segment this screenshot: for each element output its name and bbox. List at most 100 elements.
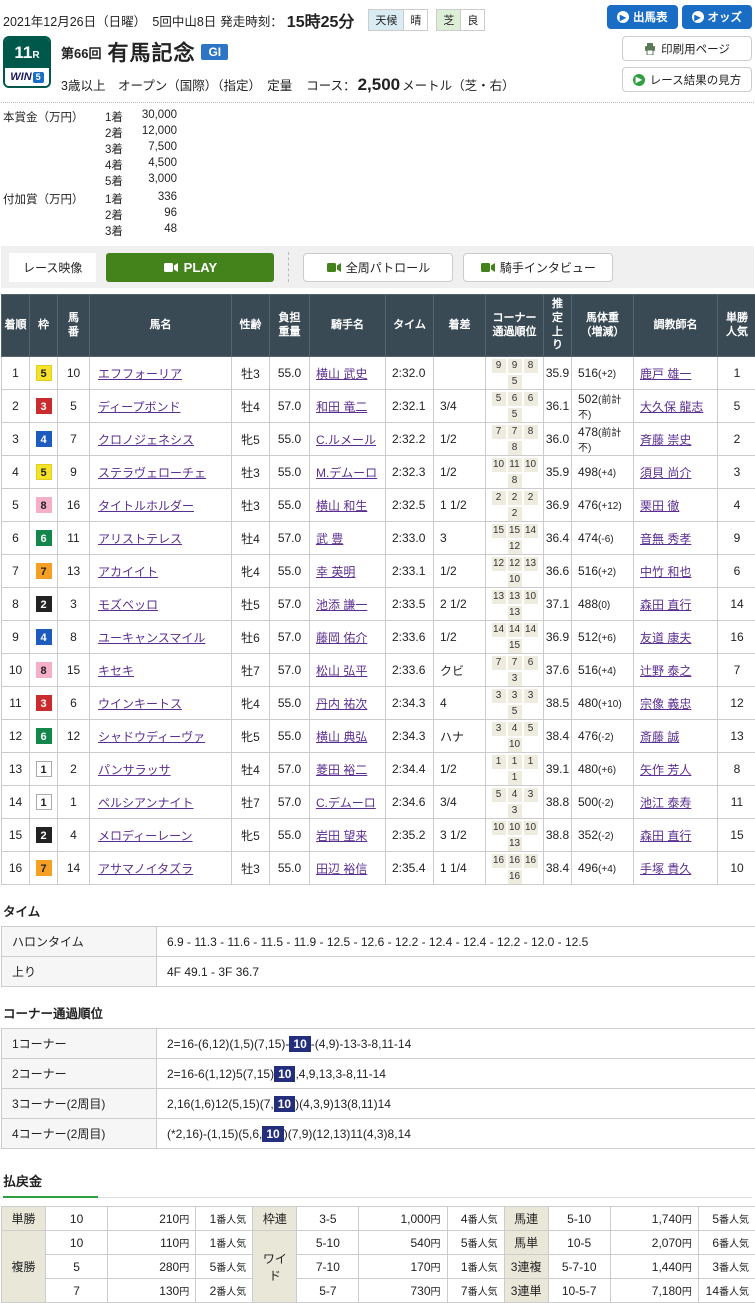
- jockey-name-link[interactable]: 幸 英明: [316, 565, 355, 579]
- favorite-unit: 番人気: [719, 1239, 749, 1250]
- sex-age: 牡6: [232, 621, 270, 654]
- carried-weight: 57.0: [270, 390, 310, 423]
- corner-position: 10: [508, 821, 522, 835]
- trainer-name-link[interactable]: 大久保 龍志: [640, 400, 703, 414]
- finish-time: 2:32.2: [386, 423, 434, 456]
- result-row: 6611アリストテレス牡457.0武 豊2:33.031515141236.44…: [2, 522, 755, 555]
- frame-cell: 2: [30, 819, 58, 852]
- prize-pair: 1着30,000: [91, 109, 177, 125]
- trainer-cell: 森田 直行: [634, 819, 718, 852]
- estimated-last-3f: 36.9: [544, 489, 572, 522]
- column-header: コーナー 通過順位: [486, 295, 544, 357]
- horse-name-link[interactable]: タイトルホルダー: [98, 499, 194, 513]
- trainer-name-link[interactable]: 森田 直行: [640, 829, 691, 843]
- yen-unit: 円: [682, 1287, 692, 1298]
- jockey-cell: C.デムーロ: [310, 786, 386, 819]
- result-row: 5816タイトルホルダー牡355.0横山 和生2:32.51 1/2222236…: [2, 489, 755, 522]
- jockey-name-link[interactable]: 池添 謙一: [316, 598, 367, 612]
- jockey-name-link[interactable]: 武 豊: [316, 532, 343, 546]
- body-weight-diff: (前計不): [578, 428, 621, 454]
- jockey-name-link[interactable]: M.デムーロ: [316, 466, 377, 480]
- jockey-name-link[interactable]: 岩田 望来: [316, 829, 367, 843]
- horse-number: 15: [58, 654, 90, 687]
- body-weight-cell: 480(+10): [572, 687, 634, 720]
- corner-position: 1: [508, 771, 522, 785]
- trainer-name-link[interactable]: 矢作 芳人: [640, 763, 691, 777]
- jockey-name-link[interactable]: 菱田 裕二: [316, 763, 367, 777]
- horse-name-link[interactable]: モズベッロ: [98, 598, 158, 612]
- trainer-cell: 友道 康夫: [634, 621, 718, 654]
- trainer-name-link[interactable]: 斉藤 崇史: [640, 433, 691, 447]
- corner-position: 7: [508, 656, 522, 670]
- jockey-name-link[interactable]: 横山 武史: [316, 367, 367, 381]
- jockey-name-link[interactable]: 藤岡 佑介: [316, 631, 367, 645]
- corner-row-label: 4コーナー(2周目): [2, 1119, 157, 1149]
- horse-name-link[interactable]: メロディーレーン: [98, 829, 193, 843]
- frame-cell: 6: [30, 522, 58, 555]
- jockey-name-link[interactable]: 田辺 裕信: [316, 862, 367, 876]
- favorite-unit: 番人気: [719, 1287, 749, 1298]
- payout-row: 7130円2番人気5-7730円7番人気3連単10-5-77,180円14番人気: [2, 1279, 755, 1303]
- win-favorite-rank: 16: [718, 621, 755, 654]
- horse-name-link[interactable]: クロノジェネシス: [98, 433, 194, 447]
- side-buttons: 印刷用ページ ▶ レース結果の見方: [622, 36, 752, 95]
- horse-name-link[interactable]: エフフォーリア: [98, 367, 182, 381]
- payout-favorite-rank: 5番人気: [447, 1231, 504, 1255]
- corner-position: 6: [524, 656, 538, 670]
- odds-button[interactable]: ▶ オッズ: [682, 5, 753, 29]
- finish-position: 5: [2, 489, 30, 522]
- horse-name-link[interactable]: ペルシアンナイト: [98, 796, 194, 810]
- jockey-name-link[interactable]: C.デムーロ: [316, 796, 376, 810]
- jockey-name-link[interactable]: 丹内 祐次: [316, 697, 367, 711]
- yen-unit: 円: [431, 1239, 441, 1250]
- arrow-circle-icon: ▶: [692, 11, 704, 23]
- play-button[interactable]: PLAY: [106, 253, 274, 282]
- sex-age: 牝5: [232, 423, 270, 456]
- trainer-name-link[interactable]: 手塚 貴久: [640, 862, 691, 876]
- jockey-name-link[interactable]: 横山 典弘: [316, 730, 367, 744]
- favorite-unit: 番人気: [468, 1287, 498, 1298]
- horse-name-link[interactable]: ディープボンド: [98, 400, 180, 414]
- jockey-name-link[interactable]: 横山 和生: [316, 499, 367, 513]
- result-guide-button[interactable]: ▶ レース結果の見方: [622, 67, 752, 92]
- horse-name-link[interactable]: アサマノイタズラ: [98, 862, 193, 876]
- carried-weight: 55.0: [270, 852, 310, 885]
- entries-button[interactable]: ▶ 出馬表: [607, 5, 678, 29]
- favorite-unit: 番人気: [468, 1263, 498, 1274]
- print-page-button[interactable]: 印刷用ページ: [622, 36, 752, 61]
- trainer-name-link[interactable]: 池江 泰寿: [640, 796, 691, 810]
- horse-name-link[interactable]: キセキ: [98, 664, 134, 678]
- horse-name-link[interactable]: アリストテレス: [98, 532, 182, 546]
- body-weight-diff: (+6): [598, 765, 616, 776]
- winner-number-highlight: 10: [274, 1096, 295, 1112]
- horse-name-link[interactable]: ステラヴェローチェ: [98, 466, 206, 480]
- trainer-name-link[interactable]: 森田 直行: [640, 598, 691, 612]
- prize-place-label: 1着: [105, 191, 131, 207]
- jockey-cell: 田辺 裕信: [310, 852, 386, 885]
- horse-name-link[interactable]: ウインキートス: [98, 697, 182, 711]
- horse-name-link[interactable]: ユーキャンスマイル: [98, 631, 205, 645]
- trainer-name-link[interactable]: 須貝 尚介: [640, 466, 691, 480]
- trainer-name-link[interactable]: 鹿戸 雄一: [640, 367, 691, 381]
- trainer-name-link[interactable]: 友道 康夫: [640, 631, 691, 645]
- trainer-name-link[interactable]: 栗田 徹: [640, 499, 679, 513]
- trainer-name-link[interactable]: 宗像 義忠: [640, 697, 691, 711]
- trainer-name-link[interactable]: 音無 秀孝: [640, 532, 691, 546]
- jockey-name-link[interactable]: C.ルメール: [316, 433, 376, 447]
- horse-name-link[interactable]: シャドウディーヴァ: [98, 730, 205, 744]
- finish-time: 2:33.6: [386, 621, 434, 654]
- jockey-interview-button[interactable]: 騎手インタビュー: [463, 253, 613, 282]
- corner-position: 3: [524, 689, 538, 703]
- time-section-title: タイム: [3, 901, 752, 920]
- trainer-name-link[interactable]: 中竹 和也: [640, 565, 691, 579]
- frame-number-badge: 7: [36, 860, 52, 876]
- patrol-video-button[interactable]: 全周パトロール: [303, 253, 453, 282]
- horse-name-link[interactable]: パンサラッサ: [98, 763, 171, 777]
- trainer-name-link[interactable]: 辻野 泰之: [640, 664, 691, 678]
- jockey-name-link[interactable]: 松山 弘平: [316, 664, 367, 678]
- trainer-name-link[interactable]: 斎藤 誠: [640, 730, 679, 744]
- corner-position: 5: [524, 722, 538, 736]
- horse-name-link[interactable]: アカイイト: [98, 565, 158, 579]
- frame-cell: 1: [30, 786, 58, 819]
- jockey-name-link[interactable]: 和田 竜二: [316, 400, 367, 414]
